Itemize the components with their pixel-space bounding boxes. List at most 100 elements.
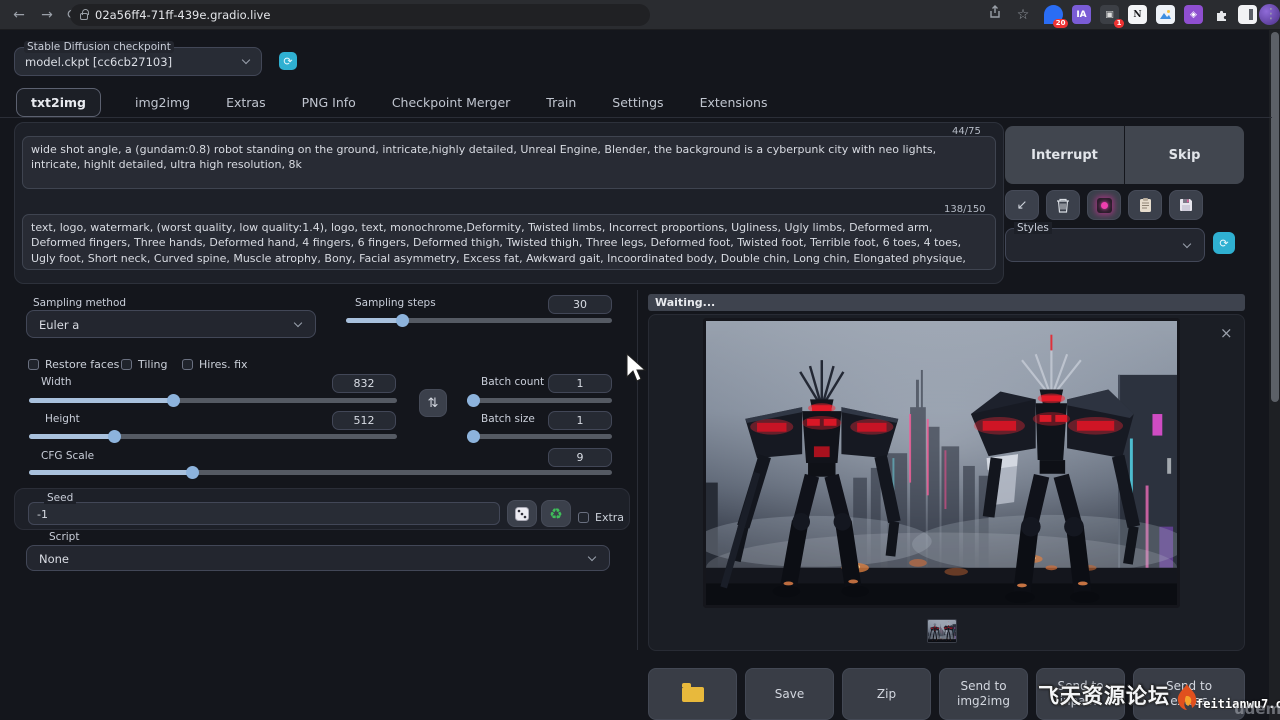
batch-size-value[interactable]: 1: [548, 411, 612, 430]
checkbox-icon: [28, 359, 39, 370]
width-label: Width: [38, 376, 75, 388]
lock-icon: [80, 13, 88, 20]
random-seed-button[interactable]: [507, 500, 537, 527]
watermark-chinese-text: 飞天资源论坛: [1038, 680, 1170, 710]
ext-ia-icon[interactable]: IA: [1072, 5, 1091, 24]
chevron-down-icon: [242, 56, 250, 64]
swap-dimensions-button[interactable]: ⇅: [419, 389, 447, 417]
ext-camera-icon[interactable]: ▣ 1: [1100, 5, 1119, 24]
styles-refresh-button[interactable]: ⟳: [1213, 232, 1235, 254]
seed-value: -1: [37, 508, 48, 521]
extra-seed-checkbox[interactable]: Extra: [578, 506, 624, 525]
gallery-thumbnail[interactable]: [927, 619, 957, 643]
height-label: Height: [42, 413, 83, 425]
tab-img2img[interactable]: img2img: [133, 89, 192, 116]
hires-fix-checkbox[interactable]: Hires. fix: [182, 353, 248, 372]
zip-button[interactable]: Zip: [842, 668, 931, 720]
script-value: None: [39, 552, 69, 566]
apply-style-button[interactable]: [1128, 190, 1162, 220]
chevron-down-icon: [294, 319, 302, 327]
ext-image-icon[interactable]: [1156, 5, 1175, 24]
seed-input[interactable]: -1: [28, 502, 500, 525]
tab-settings[interactable]: Settings: [610, 89, 665, 116]
restore-faces-checkbox[interactable]: Restore faces: [28, 353, 119, 372]
dice-icon: [515, 507, 529, 521]
tab-extras[interactable]: Extras: [224, 89, 268, 116]
width-value[interactable]: 832: [332, 374, 396, 393]
recycle-icon: ♻: [549, 505, 562, 523]
tab-txt2img[interactable]: txt2img: [16, 88, 101, 117]
checkpoint-label: Stable Diffusion checkpoint: [24, 41, 174, 53]
height-value[interactable]: 512: [332, 411, 396, 430]
extensions-puzzle-icon[interactable]: [1212, 5, 1231, 24]
reuse-seed-button[interactable]: ♻: [541, 500, 571, 527]
prompt-input[interactable]: wide shot angle, a (gundam:0.8) robot st…: [22, 136, 996, 189]
cfg-scale-value[interactable]: 9: [548, 448, 612, 467]
extra-networks-icon: [1097, 198, 1112, 213]
forward-icon[interactable]: →: [36, 4, 58, 26]
stable-diffusion-webui: ← → ⟳ 02a56ff4-71ff-439e.gradio.live ☆ 2…: [0, 0, 1280, 720]
chevron-down-icon: [588, 553, 596, 561]
ext-purple-icon[interactable]: ◈: [1184, 5, 1203, 24]
sampling-steps-slider[interactable]: [346, 318, 612, 323]
clear-prompt-button[interactable]: [1046, 190, 1080, 220]
pin-badge: 20: [1053, 19, 1068, 28]
batch-size-label: Batch size: [478, 413, 538, 425]
batch-count-slider[interactable]: [467, 398, 612, 403]
tiling-checkbox[interactable]: Tiling: [121, 353, 168, 372]
progress-status-text: Waiting...: [648, 296, 715, 309]
send-to-img2img-button[interactable]: Send to img2img: [939, 668, 1028, 720]
back-icon[interactable]: ←: [8, 4, 30, 26]
sampling-method-dropdown[interactable]: Euler a: [26, 310, 316, 338]
script-dropdown[interactable]: None: [26, 545, 610, 571]
chevron-down-icon: [1183, 240, 1191, 248]
open-folder-button[interactable]: [648, 668, 737, 720]
height-slider[interactable]: [29, 434, 397, 439]
paste-params-button[interactable]: ↙: [1005, 190, 1039, 220]
page-scrollbar[interactable]: [1269, 30, 1280, 720]
skip-button[interactable]: Skip: [1125, 126, 1244, 184]
mouse-cursor: [626, 353, 648, 383]
ext-pin-icon[interactable]: 20: [1044, 5, 1063, 24]
watermark-udemy-text: udemy: [1234, 700, 1280, 718]
styles-label: Styles: [1014, 222, 1052, 234]
checkbox-icon: [121, 359, 132, 370]
sampling-steps-value[interactable]: 30: [548, 295, 612, 314]
batch-size-slider[interactable]: [467, 434, 612, 439]
generated-image[interactable]: [703, 318, 1180, 608]
cfg-scale-label: CFG Scale: [38, 450, 97, 462]
save-button[interactable]: Save: [745, 668, 834, 720]
trash-icon: [1056, 198, 1070, 213]
ext-notion-icon[interactable]: N: [1128, 5, 1147, 24]
flame-logo-icon: [1172, 682, 1202, 712]
extra-networks-button[interactable]: [1087, 190, 1121, 220]
folder-icon: [682, 687, 704, 702]
browser-menu-icon[interactable]: ⋮: [1264, 3, 1278, 25]
column-divider: [637, 290, 638, 650]
checkpoint-refresh-button[interactable]: ⟳: [279, 52, 297, 70]
negative-prompt-input[interactable]: text, logo, watermark, (worst quality, l…: [22, 214, 996, 270]
url-text[interactable]: 02a56ff4-71ff-439e.gradio.live: [95, 8, 270, 22]
ext-sidepanel-icon[interactable]: [1238, 5, 1257, 24]
tab-extensions[interactable]: Extensions: [698, 89, 770, 116]
width-slider[interactable]: [29, 398, 397, 403]
close-icon[interactable]: ×: [1220, 324, 1233, 342]
tab-png-info[interactable]: PNG Info: [300, 89, 358, 116]
seed-label: Seed: [44, 492, 76, 504]
address-bar[interactable]: 02a56ff4-71ff-439e.gradio.live: [70, 4, 650, 26]
checkpoint-value: model.ckpt [cc6cb27103]: [25, 55, 172, 69]
tab-train[interactable]: Train: [544, 89, 578, 116]
tab-checkpoint-merger[interactable]: Checkpoint Merger: [390, 89, 512, 116]
sampling-steps-label: Sampling steps: [352, 297, 439, 309]
share-icon[interactable]: [984, 4, 1006, 26]
checkbox-icon: [578, 512, 589, 523]
cfg-scale-slider[interactable]: [29, 470, 612, 475]
batch-count-value[interactable]: 1: [548, 374, 612, 393]
save-style-button[interactable]: [1169, 190, 1203, 220]
bookmark-star-icon[interactable]: ☆: [1012, 4, 1034, 26]
sampling-method-label: Sampling method: [30, 297, 129, 309]
floppy-disk-icon: [1179, 198, 1193, 212]
interrupt-button[interactable]: Interrupt: [1005, 126, 1124, 184]
checkbox-icon: [182, 359, 193, 370]
camera-badge: 1: [1114, 19, 1124, 28]
